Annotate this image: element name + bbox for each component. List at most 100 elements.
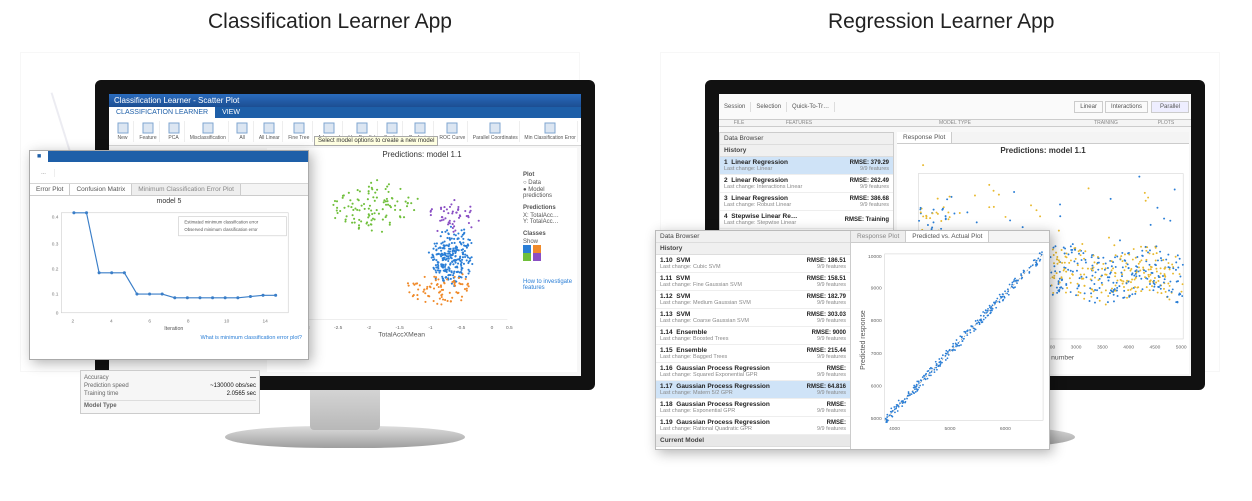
tab-view[interactable]: VIEW (215, 107, 247, 118)
history-row[interactable]: 1.19 Gaussian Process RegressionLast cha… (656, 417, 850, 435)
svg-text:4000: 4000 (889, 426, 900, 432)
svg-text:Estimated minimum classificati: Estimated minimum classification error (184, 219, 258, 224)
svg-text:6000: 6000 (871, 384, 882, 390)
history-row[interactable]: 1.18 Gaussian Process RegressionLast cha… (656, 399, 850, 417)
float-ribbon-btn[interactable]: … (33, 169, 55, 177)
history-row[interactable]: 1.10 SVMLast change: Cubic SVMRMSE: 186.… (656, 255, 850, 273)
svg-text:8000: 8000 (871, 318, 882, 324)
heading-regression: Regression Learner App (828, 10, 1054, 34)
radio-data[interactable]: ○ Data (523, 180, 575, 186)
history-row[interactable]: 1.13 SVMLast change: Coarse Gaussian SVM… (656, 309, 850, 327)
ribbon-btn-roc-curve[interactable]: ROC Curve (437, 121, 468, 142)
ribbon-tooltip: Select model options to create a new mod… (314, 136, 438, 146)
reg-plot-title: Predictions: model 1.1 (897, 146, 1189, 155)
classes-hdr: Classes (523, 231, 575, 237)
history-row[interactable]: 1.14 EnsembleLast change: Boosted TreesR… (656, 327, 850, 345)
monitor-stand-neck (310, 384, 380, 430)
history-row[interactable]: 1.16 Gaussian Process RegressionLast cha… (656, 363, 850, 381)
model-stats: Accuracy— Prediction speed~130000 obs/se… (80, 370, 260, 414)
svg-text:14: 14 (262, 318, 268, 324)
tab-response-plot[interactable]: Response Plot (897, 132, 952, 143)
svg-text:0.5: 0.5 (506, 325, 513, 331)
svg-text:Iteration: Iteration (164, 326, 183, 332)
pred-vs-actual-plot[interactable]: 5000600070008000900010000 400050006000 P… (851, 243, 1049, 447)
ribbon-btn-all-linear[interactable]: All Linear (257, 121, 283, 142)
svg-text:9000: 9000 (871, 286, 882, 292)
float-tab-confusion[interactable]: Confusion Matrix (70, 184, 132, 195)
svg-text:4: 4 (110, 318, 113, 324)
min-error-plot[interactable]: 0.40.30.20.10 24681014 Estimated minimum… (30, 207, 308, 332)
float-tabs: Error Plot Confusion Matrix Minimum Clas… (30, 184, 308, 196)
svg-text:-1: -1 (428, 325, 433, 331)
svg-text:2: 2 (72, 318, 75, 324)
section-training: TRAINING (1071, 120, 1141, 126)
ribbon-btn-new[interactable]: New (112, 121, 134, 142)
svg-text:10000: 10000 (868, 254, 882, 260)
float-ribbon: … (30, 162, 308, 184)
btn-parallel[interactable]: Parallel (1151, 101, 1189, 113)
tab-classification-learner[interactable]: CLASSIFICATION LEARNER (109, 107, 215, 118)
svg-text:3500: 3500 (1097, 345, 1108, 351)
svg-text:0.4: 0.4 (52, 215, 59, 221)
scatter-plot-panel: Predictions: model 1.1 -3-2.5-2-1.5-1-0.… (267, 148, 577, 372)
svg-text:0.2: 0.2 (52, 266, 59, 272)
radio-model-pred[interactable]: ● Model predictions (523, 187, 575, 199)
window-titlebar[interactable]: Classification Learner - Scatter Plot (109, 94, 581, 107)
history-row[interactable]: 1.17 Gaussian Process RegressionLast cha… (656, 381, 850, 399)
svg-text:0: 0 (491, 325, 494, 331)
ribbon-btn-all[interactable]: All (232, 121, 254, 142)
pred-vs-actual-window[interactable]: Data Browser History 1.10 SVMLast change… (655, 230, 1050, 450)
ribbon-btn-pca[interactable]: PCA (163, 121, 185, 142)
history-row[interactable]: 1.15 EnsembleLast change: Bagged TreesRM… (656, 345, 850, 363)
ribbon-btn-min-classification-error[interactable]: Min Classification Error (523, 121, 578, 142)
float-history-panel: Data Browser History 1.10 SVMLast change… (656, 231, 851, 449)
svg-text:4500: 4500 (1150, 345, 1161, 351)
svg-text:0.3: 0.3 (52, 241, 59, 247)
svg-text:-2: -2 (367, 325, 372, 331)
svg-text:0.1: 0.1 (52, 291, 59, 297)
hint-link[interactable]: How to investigate features (523, 279, 575, 291)
history-row[interactable]: 1.11 SVMLast change: Fine Gaussian SVMRM… (656, 273, 850, 291)
monitor-regression: Session Selection Quick-To-Tr… Linear In… (705, 80, 1205, 460)
history-row[interactable]: 2 Linear RegressionLast change: Interact… (720, 175, 893, 193)
ribbon-btn-fine-tree[interactable]: Fine Tree (286, 121, 313, 142)
ribbon-btn-misclassification[interactable]: Misclassification (188, 121, 229, 142)
svg-text:Observed minimum classificatio: Observed minimum classification error (184, 227, 258, 232)
float-history-hdr: History (656, 243, 850, 255)
min-error-window[interactable]: ■ … Error Plot Confusion Matrix Minimum … (29, 150, 309, 360)
float-help-link[interactable]: What is minimum classification error plo… (30, 335, 308, 341)
model-interactions[interactable]: Interactions (1105, 101, 1148, 113)
float-tab-mce[interactable]: Minimum Classification Error Plot (132, 184, 241, 195)
history-row[interactable]: 1.12 SVMLast change: Medium Gaussian SVM… (656, 291, 850, 309)
predictors-hdr: Predictions (523, 205, 575, 211)
model-linear[interactable]: Linear (1074, 101, 1103, 113)
float-data-browser: Data Browser (656, 231, 850, 243)
float-tab-main[interactable]: ■ (30, 151, 48, 162)
legend-swatches[interactable] (523, 245, 575, 261)
svg-text:3000: 3000 (1071, 345, 1082, 351)
tab-session[interactable]: Session (719, 102, 751, 112)
svg-text:4000: 4000 (1123, 345, 1134, 351)
svg-text:8: 8 (187, 318, 190, 324)
svg-text:6: 6 (148, 318, 151, 324)
float-tab-error[interactable]: Error Plot (30, 184, 70, 195)
monitor-classification: Classification Learner - Scatter Plot CL… (95, 80, 595, 460)
ribbon-btn-parallel-coordinates[interactable]: Parallel Coordinates (471, 121, 520, 142)
svg-text:-1.5: -1.5 (396, 325, 405, 331)
tab-selection[interactable]: Selection (751, 102, 787, 112)
toolstrip-tabs: CLASSIFICATION LEARNER VIEW (109, 107, 581, 118)
float-tab-pva[interactable]: Predicted vs. Actual Plot (906, 231, 989, 242)
history-row[interactable]: 4 Stepwise Linear Re…Last change: Stepwi… (720, 211, 893, 229)
float-plot-title: model 5 (30, 198, 308, 205)
float-tabstrip: ■ (30, 151, 308, 162)
float-tab-response[interactable]: Response Plot (851, 231, 906, 242)
y-selector[interactable]: Y: TotalAcc… (523, 219, 575, 225)
history-row[interactable]: 3 Linear RegressionLast change: Robust L… (720, 193, 893, 211)
ribbon-btn-feature[interactable]: Feature (137, 121, 160, 142)
tab-quick[interactable]: Quick-To-Tr… (787, 102, 835, 112)
svg-text:-2.5: -2.5 (334, 325, 343, 331)
history-row[interactable]: 1 Linear RegressionLast change: LinearRM… (720, 157, 893, 175)
svg-text:0: 0 (56, 311, 59, 317)
data-browser-hdr: Data Browser (720, 133, 893, 145)
heading-classification: Classification Learner App (208, 10, 452, 34)
